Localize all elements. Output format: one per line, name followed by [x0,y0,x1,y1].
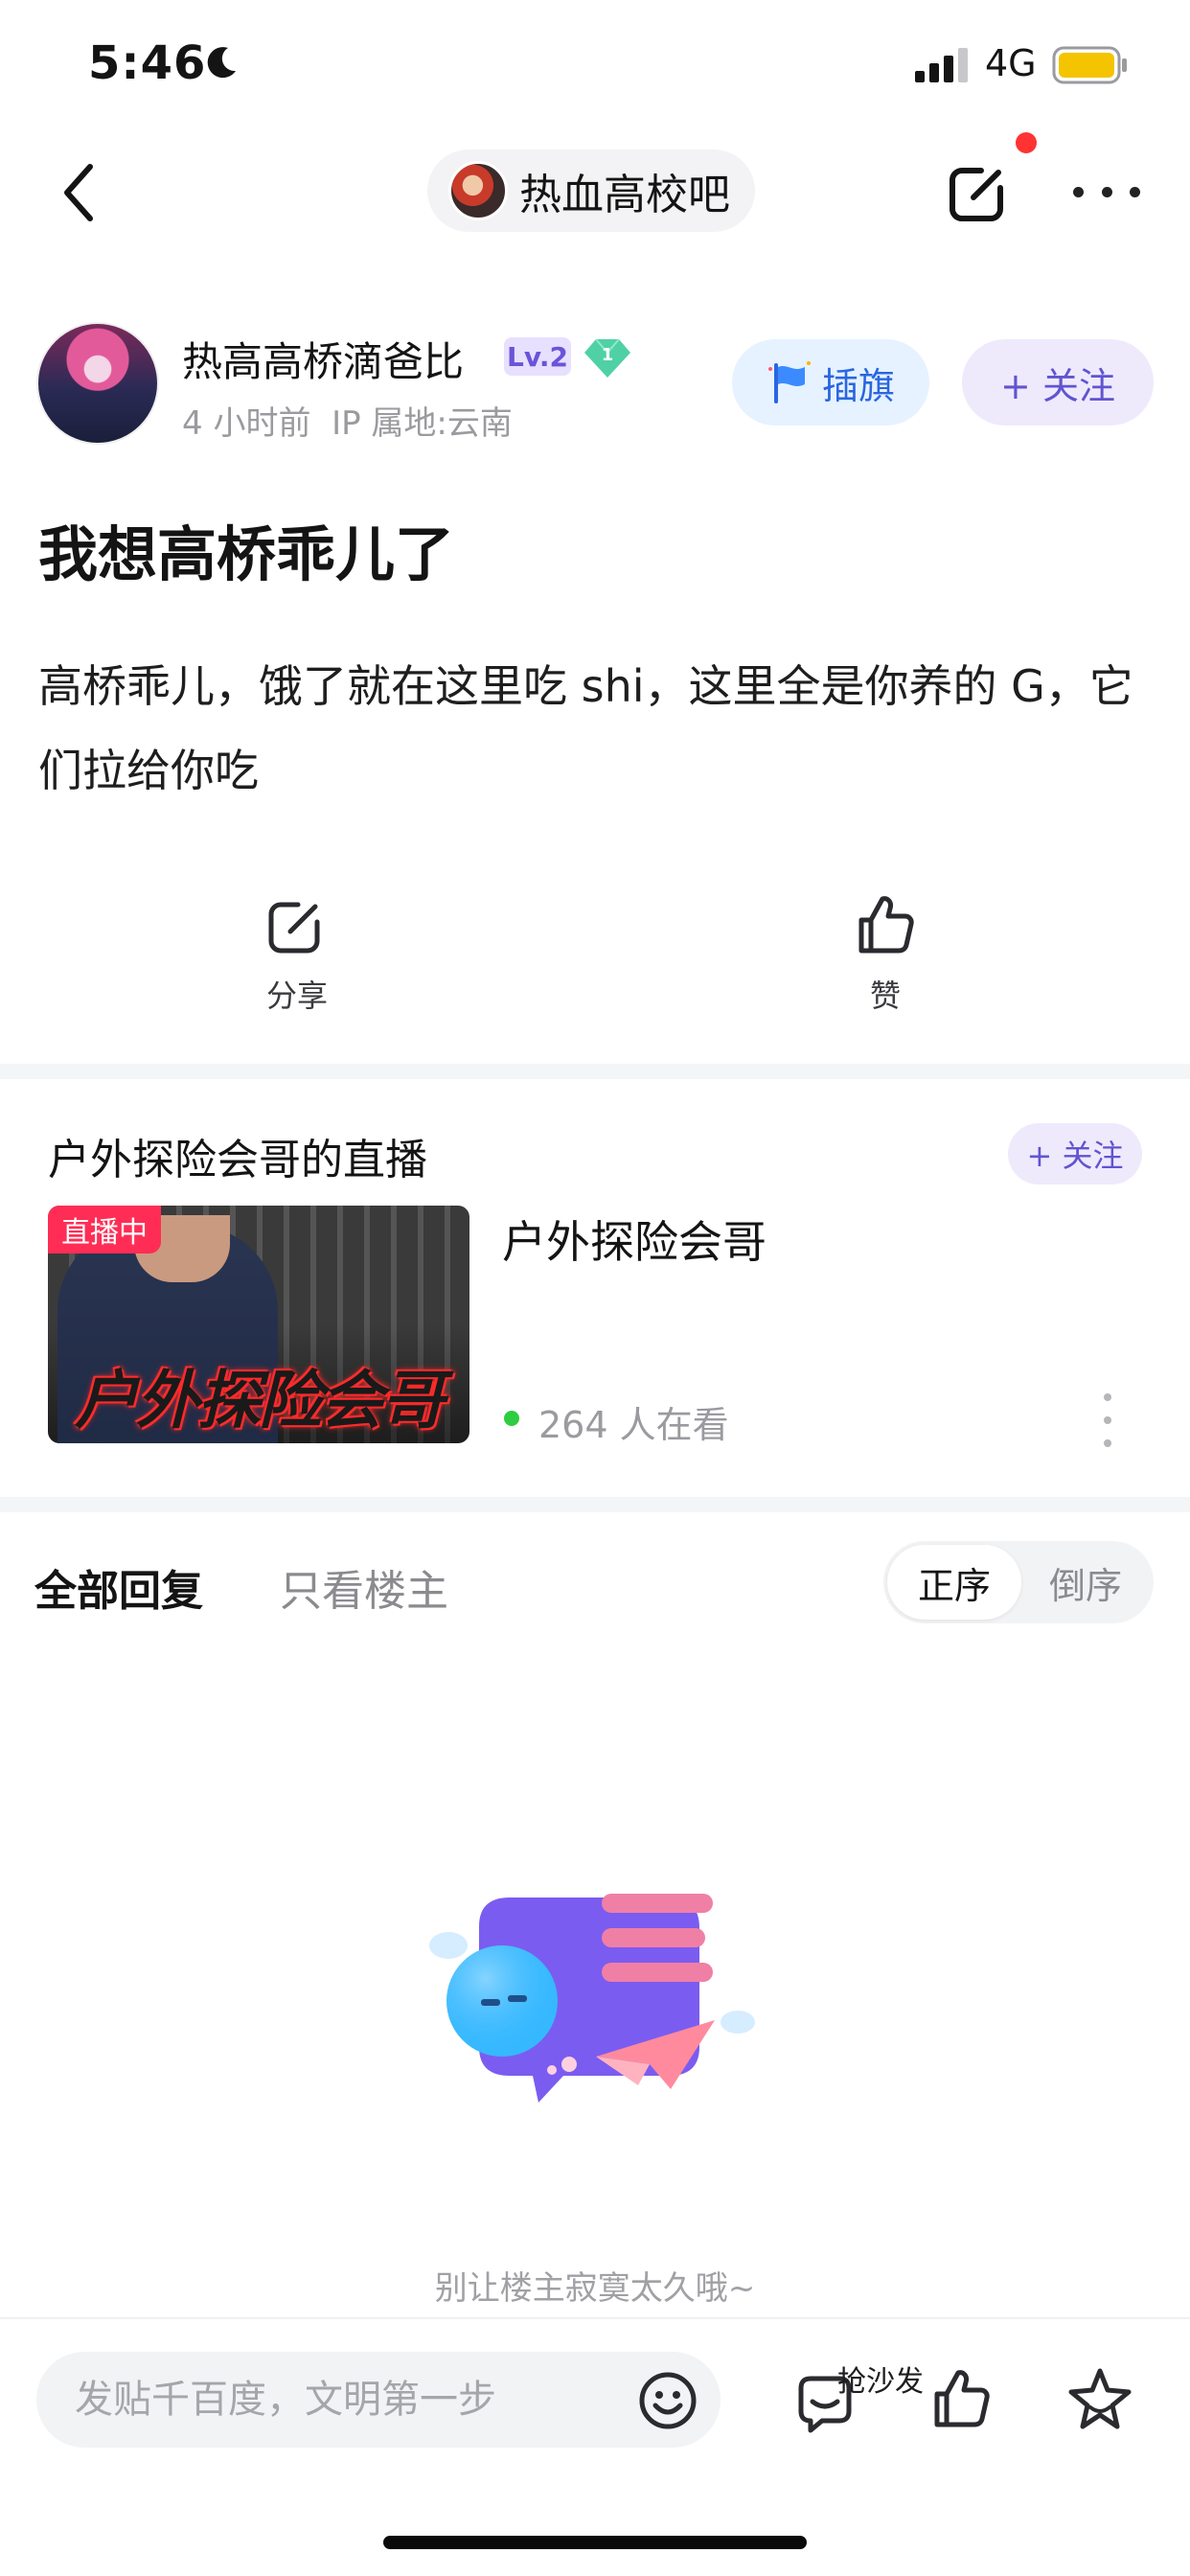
gem-icon: 1 [584,338,630,378]
sort-descending[interactable]: 倒序 [1021,1545,1150,1620]
thumbs-up-icon[interactable] [929,2365,996,2432]
notification-dot [1016,132,1037,153]
moon-icon [207,47,236,79]
flag-button[interactable]: 插旗 [732,339,929,426]
nav-bar: 热血高校吧 [0,134,1190,249]
status-time: 5:46 [88,36,207,90]
thumbs-up-icon [858,896,914,954]
edit-icon[interactable] [941,153,1018,230]
sofa-label: 抢沙发 [837,2365,924,2399]
share-icon [268,902,320,954]
live-more-icon[interactable] [1098,1393,1117,1447]
empty-state-text: 别让楼主寂寞太久哦~ [434,2269,756,2308]
like-label: 赞 [869,978,901,1014]
gem-level: 1 [602,345,614,365]
star-icon[interactable] [1065,2365,1134,2434]
flag-label: 插旗 [821,364,895,407]
level-badge: Lv.2 [504,337,571,376]
share-button[interactable]: 分享 [230,889,364,1016]
thumbnail-caption: 户外探险会哥 [75,1363,445,1438]
flag-icon [767,361,811,403]
author-avatar[interactable] [36,322,159,445]
post-title: 我想高桥乖儿了 [38,519,455,589]
live-indicator-dot [504,1411,519,1426]
section-divider [0,1064,1190,1079]
emoji-icon[interactable] [636,2369,699,2432]
battery-icon [1052,46,1127,84]
author-row: 热高高桥滴爸比 Lv.2 1 4 小时前 IP 属地:云南 插旗 + 关注 [0,316,1190,450]
ip-location: IP 属地:云南 [332,404,513,443]
signal-icon [915,48,968,82]
follow-label: + 关注 [1000,364,1115,407]
forum-pill[interactable]: 热血高校吧 [427,150,755,232]
network-type: 4G [985,42,1037,84]
live-follow-label: + 关注 [1026,1138,1124,1174]
post-body: 高桥乖儿，饿了就在这里吃 shi，这里全是你养的 G，它们拉给你吃 [38,660,1133,796]
sort-ascending[interactable]: 正序 [887,1545,1021,1620]
live-header: 户外探险会哥的直播 [48,1136,427,1184]
tab-all-replies[interactable]: 全部回复 [34,1556,203,1618]
sort-toggle: 正序 倒序 [883,1541,1154,1623]
live-follow-button[interactable]: + 关注 [1008,1123,1142,1184]
author-name[interactable]: 热高高桥滴爸比 [182,330,464,388]
viewer-count: 264 人在看 [538,1404,729,1446]
comment-input-container [36,2352,721,2448]
status-bar: 5:46 4G [0,0,1190,134]
follow-button[interactable]: + 关注 [962,339,1154,426]
author-meta: 4 小时前 IP 属地:云南 [182,397,513,444]
like-button[interactable]: 赞 [818,889,952,1016]
post-actions: 分享 赞 [0,882,1190,1025]
live-badge: 直播中 [48,1206,161,1254]
post-time: 4 小时前 [182,404,311,443]
more-icon[interactable] [1073,172,1140,211]
back-icon[interactable] [56,159,103,226]
comment-input[interactable] [75,2352,611,2448]
forum-name: 热血高校吧 [519,171,730,219]
empty-state-illustration [429,1894,755,2103]
section-divider [0,1497,1190,1512]
streamer-name[interactable]: 户外探险会哥 [502,1208,767,1271]
home-indicator [383,2536,807,2549]
share-label: 分享 [265,978,328,1014]
forum-avatar [448,161,508,220]
tab-owner-only[interactable]: 只看楼主 [280,1556,448,1618]
